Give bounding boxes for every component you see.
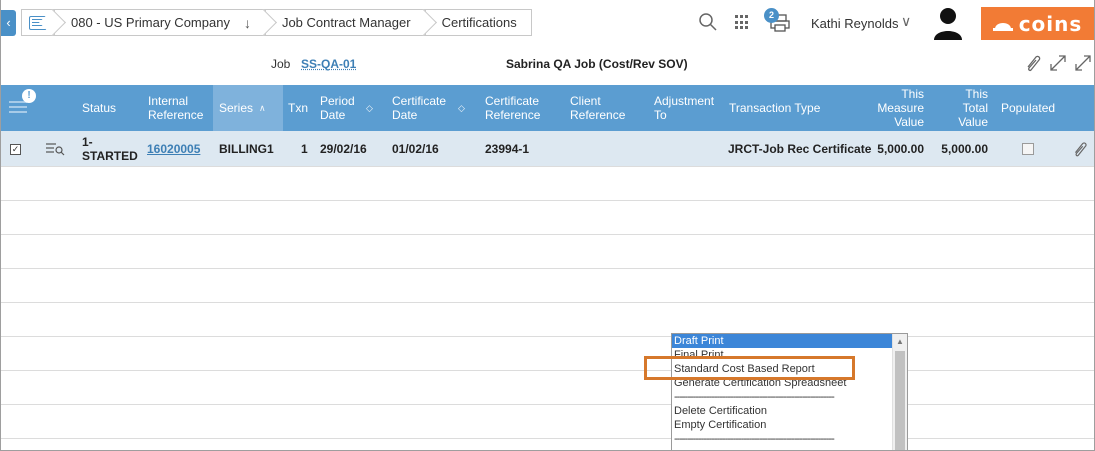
column-client-reference[interactable]: Client Reference <box>570 85 640 131</box>
job-bar: Job SS-QA-01 Sabrina QA Job (Cost/Rev SO… <box>1 46 1094 84</box>
back-button[interactable]: ‹ <box>1 10 16 36</box>
top-bar: ‹ 080 - US Primary Company ↓ Job Contrac… <box>1 0 1094 46</box>
list-item-empty-certification[interactable]: Empty Certification <box>672 418 892 432</box>
list-item-delete-certification[interactable]: Delete Certification <box>672 404 892 418</box>
logo-text: coins <box>1018 11 1083 36</box>
column-this-total-value[interactable]: This Total Value <box>931 85 988 131</box>
column-internal-reference[interactable]: Internal Reference <box>148 85 208 131</box>
cell-status: 1-STARTED <box>82 135 138 163</box>
breadcrumb-page-label: Certifications <box>441 15 517 30</box>
column-this-measure-value[interactable]: This Measure Value <box>867 85 924 131</box>
list-separator: ----------------------------------------… <box>674 391 835 403</box>
cell-certificate-date: 01/02/16 <box>392 142 439 156</box>
column-txn[interactable]: Txn <box>288 85 318 131</box>
cell-transaction-type: JRCT-Job Rec Certificate <box>728 142 872 156</box>
table-row-empty <box>1 337 1094 371</box>
expand-icon[interactable] <box>1047 52 1069 74</box>
list-separator: ----------------------------------------… <box>674 433 835 445</box>
chevron-down-icon[interactable]: ∨ <box>901 13 911 30</box>
sort-asc-icon: ∧ <box>259 103 266 113</box>
list-item-draft-print[interactable]: Draft Print <box>672 334 892 348</box>
table-row-empty <box>1 201 1094 235</box>
user-avatar-icon[interactable] <box>932 6 964 40</box>
column-transaction-type[interactable]: Transaction Type <box>729 85 859 131</box>
menu-list-button[interactable] <box>21 9 66 36</box>
scroll-up-icon[interactable]: ▲ <box>896 337 904 346</box>
row-select-checkbox[interactable]: ✓ <box>10 131 21 167</box>
table-row[interactable]: ✓ 1-STARTED 16020005 BILLING1 1 29/02/16… <box>1 131 1094 167</box>
populated-checkbox[interactable] <box>1022 131 1034 167</box>
column-adjustment-to[interactable]: Adjustment To <box>654 85 724 131</box>
breadcrumb-module-label: Job Contract Manager <box>281 15 411 30</box>
sort-icon: ◇ <box>366 103 373 113</box>
cell-internal-reference-link[interactable]: 16020005 <box>147 131 200 167</box>
app-window: ‹ 080 - US Primary Company ↓ Job Contrac… <box>0 0 1095 451</box>
sort-icon: ◇ <box>458 103 465 113</box>
listbox-scrollbar[interactable]: ▲ <box>892 334 907 450</box>
table-row-empty <box>1 269 1094 303</box>
column-populated[interactable]: Populated <box>1001 85 1066 131</box>
notification-badge: 2 <box>764 8 779 23</box>
cell-txn: 1 <box>301 142 308 156</box>
table-row-empty <box>1 405 1094 439</box>
breadcrumb-module[interactable]: Job Contract Manager <box>265 9 437 36</box>
cell-period-date: 29/02/16 <box>320 142 367 156</box>
alert-icon: ! <box>22 89 36 103</box>
table-row-empty <box>1 167 1094 201</box>
column-certificate-date[interactable]: Certificate Date ◇ <box>392 85 477 131</box>
print-actions-listbox[interactable]: Draft Print Final Print Standard Cost Ba… <box>671 333 908 450</box>
hardhat-icon <box>992 22 1013 31</box>
table-row-empty <box>1 235 1094 269</box>
highlight-box <box>644 356 855 380</box>
search-icon[interactable] <box>698 12 718 32</box>
coins-logo: coins <box>981 7 1094 40</box>
scrollbar-thumb[interactable] <box>895 351 905 450</box>
job-code-link[interactable]: SS-QA-01 <box>301 57 356 71</box>
breadcrumb: 080 - US Primary Company ↓ Job Contract … <box>21 9 532 36</box>
column-series[interactable]: Series ∧ <box>213 85 283 131</box>
row-details-icon[interactable] <box>45 142 65 156</box>
arrow-down-icon[interactable]: ↓ <box>244 15 251 31</box>
table-row-empty <box>1 371 1094 405</box>
user-name[interactable]: Kathi Reynolds <box>811 16 898 31</box>
job-description: Sabrina QA Job (Cost/Rev SOV) <box>506 57 688 71</box>
column-period-date[interactable]: Period Date ◇ <box>320 85 385 131</box>
breadcrumb-company-label: 080 - US Primary Company <box>71 15 230 30</box>
cell-this-measure-value: 5,000.00 <box>877 142 924 156</box>
table-header: ! Status Internal Reference Series ∧ Txn … <box>1 85 1094 131</box>
breadcrumb-page[interactable]: Certifications <box>425 9 532 36</box>
cell-this-total-value: 5,000.00 <box>941 142 988 156</box>
expand-alt-icon[interactable] <box>1072 52 1094 74</box>
apps-grid-icon[interactable] <box>735 15 750 30</box>
column-menu-icon[interactable] <box>9 101 27 115</box>
breadcrumb-company[interactable]: 080 - US Primary Company ↓ <box>55 9 277 36</box>
table-row-empty <box>1 303 1094 337</box>
column-certificate-reference[interactable]: Certificate Reference <box>485 85 560 131</box>
cell-series: BILLING1 <box>219 142 274 156</box>
row-attachment-icon[interactable] <box>1070 139 1090 159</box>
paperclip-icon[interactable] <box>1022 52 1044 74</box>
column-status[interactable]: Status <box>82 85 142 131</box>
cell-certificate-reference: 23994-1 <box>485 142 530 156</box>
job-label: Job <box>271 57 291 71</box>
